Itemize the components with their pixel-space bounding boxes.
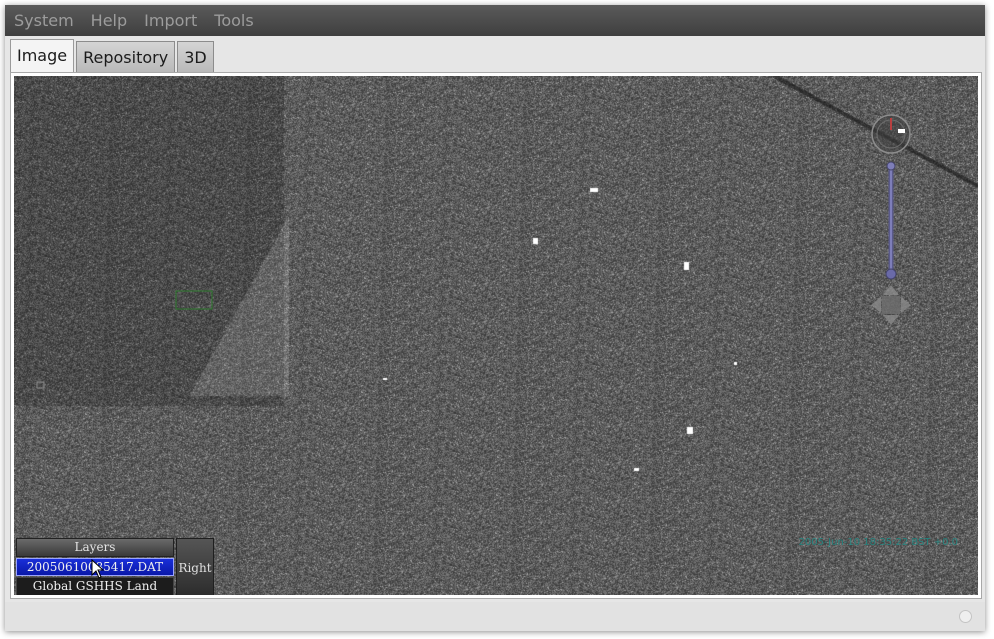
tab-3d[interactable]: 3D <box>177 41 214 72</box>
menu-import[interactable]: Import <box>135 11 205 30</box>
sar-image-viewport[interactable]: 2005-Jun-10 18:35:22 BST +0.0 Layers 200… <box>14 76 978 595</box>
menubar: System Help Import Tools <box>5 5 985 36</box>
tab-bar: Image Repository 3D <box>10 39 216 73</box>
zoom-slider-icon[interactable] <box>885 161 897 280</box>
tab-repository[interactable]: Repository <box>76 41 176 72</box>
timestamp-label: 2005-Jun-10 18:35:22 BST +0.0 <box>798 537 958 548</box>
app-window: System Help Import Tools Image Repositor… <box>5 5 985 631</box>
right-button[interactable]: Right <box>176 538 214 595</box>
status-indicator-icon <box>959 610 972 623</box>
compass-icon[interactable] <box>871 114 911 154</box>
marker-icon <box>36 381 45 389</box>
status-bar <box>5 602 985 631</box>
selection-box[interactable] <box>175 290 213 310</box>
pan-arrows-icon[interactable] <box>871 285 911 325</box>
mouse-cursor-icon <box>91 559 105 579</box>
menu-tools[interactable]: Tools <box>205 11 261 30</box>
tab-image[interactable]: Image <box>10 39 75 73</box>
menu-help[interactable]: Help <box>82 11 135 30</box>
layer-item-land-mask[interactable]: Global GSHHS Land Mask <box>16 577 174 595</box>
layers-header: Layers <box>16 538 174 557</box>
image-overlay <box>36 114 911 389</box>
image-panel: 2005-Jun-10 18:35:22 BST +0.0 Layers 200… <box>10 72 982 599</box>
menu-system[interactable]: System <box>5 11 82 30</box>
